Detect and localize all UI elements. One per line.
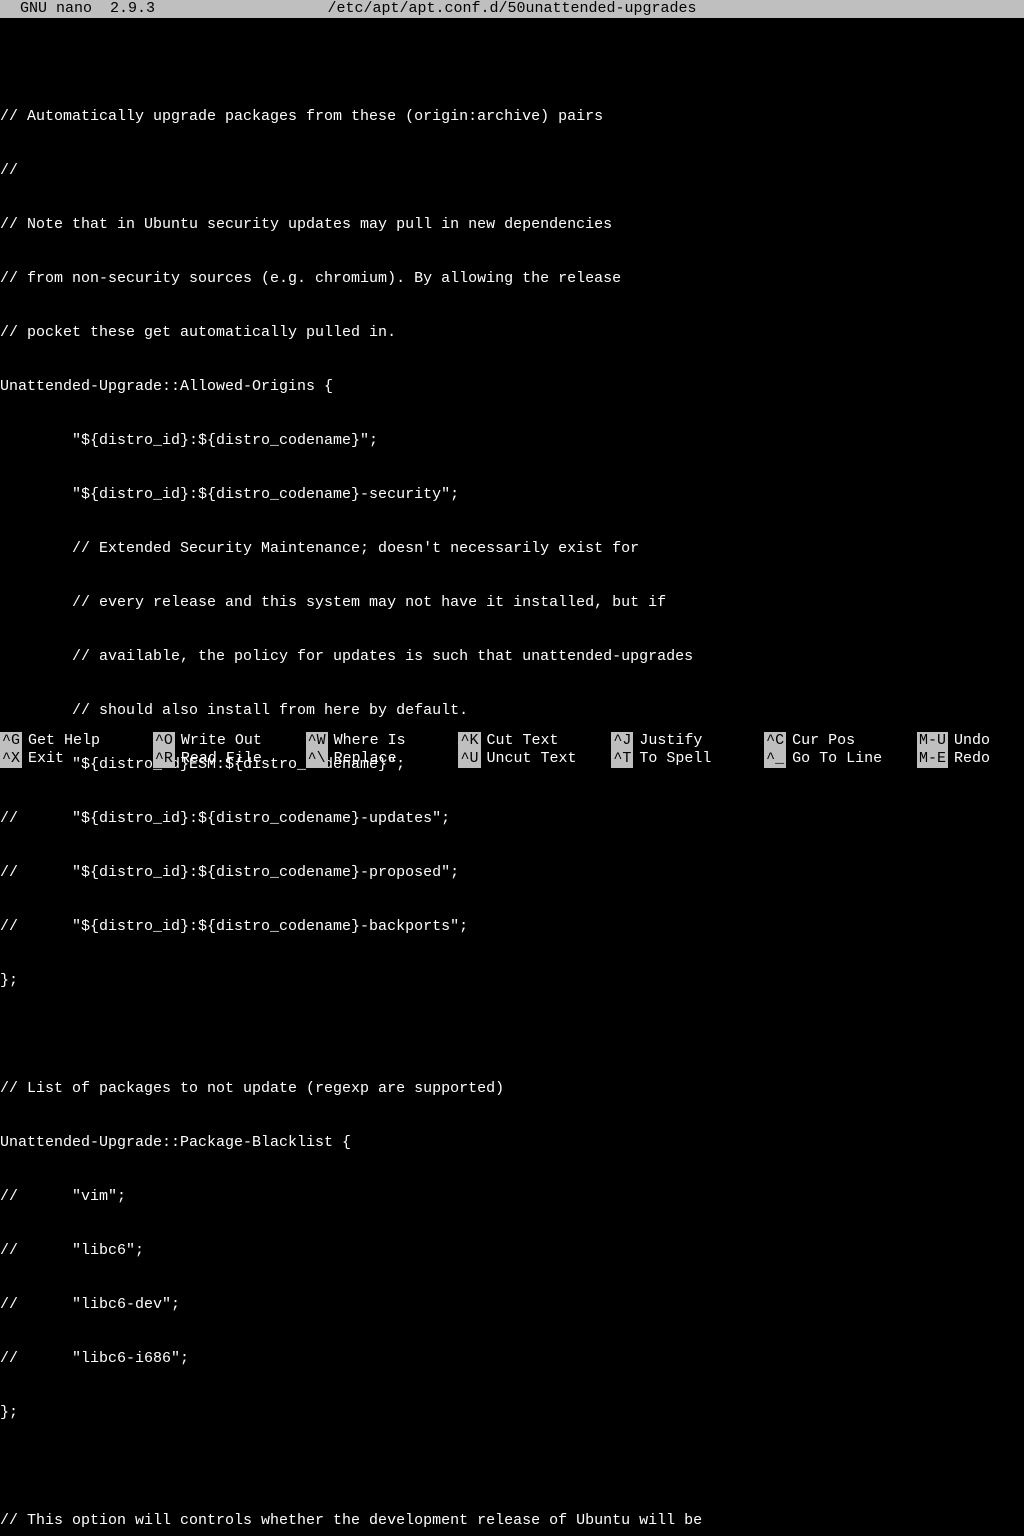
editor-line: // every release and this system may not…	[0, 594, 1024, 612]
editor-line: // "${distro_id}:${distro_codename}-back…	[0, 918, 1024, 936]
shortcut-label: Go To Line	[786, 750, 882, 768]
editor-line: // Extended Security Maintenance; doesn'…	[0, 540, 1024, 558]
editor-line: // "${distro_id}:${distro_codename}-prop…	[0, 864, 1024, 882]
editor-line: // pocket these get automatically pulled…	[0, 324, 1024, 342]
shortcut-to-spell[interactable]: ^TTo Spell	[611, 750, 764, 768]
shortcut-redo[interactable]: M-ERedo	[917, 750, 1024, 768]
keycap: ^J	[611, 732, 633, 750]
editor-line: // Automatically upgrade packages from t…	[0, 108, 1024, 126]
keycap: ^G	[0, 732, 22, 750]
keycap: ^C	[764, 732, 786, 750]
shortcut-row-2: ^XExit ^RRead File ^\Replace ^UUncut Tex…	[0, 750, 1024, 768]
keycap: M-E	[917, 750, 948, 768]
file-path: /etc/apt/apt.conf.d/50unattended-upgrade…	[327, 0, 696, 18]
shortcut-label: Get Help	[22, 732, 100, 750]
keycap: ^T	[611, 750, 633, 768]
editor-line: // This option will controls whether the…	[0, 1512, 1024, 1530]
editor-line	[0, 1026, 1024, 1044]
shortcut-go-to-line[interactable]: ^_Go To Line	[764, 750, 917, 768]
editor-line	[0, 1458, 1024, 1476]
keycap: ^X	[0, 750, 22, 768]
keycap: ^_	[764, 750, 786, 768]
editor-line: // "libc6";	[0, 1242, 1024, 1260]
editor-line: "${distro_id}:${distro_codename}-securit…	[0, 486, 1024, 504]
shortcut-row-1: ^GGet Help ^OWrite Out ^WWhere Is ^KCut …	[0, 732, 1024, 750]
editor-content[interactable]: // Automatically upgrade packages from t…	[0, 18, 1024, 1536]
shortcut-label: Read File	[175, 750, 262, 768]
shortcut-write-out[interactable]: ^OWrite Out	[153, 732, 306, 750]
app-name: GNU nano 2.9.3	[0, 0, 155, 18]
keycap: M-U	[917, 732, 948, 750]
editor-line: };	[0, 1404, 1024, 1422]
shortcut-label: Cut Text	[481, 732, 559, 750]
shortcut-label: Cur Pos	[786, 732, 855, 750]
shortcut-exit[interactable]: ^XExit	[0, 750, 153, 768]
keycap: ^K	[458, 732, 480, 750]
shortcut-label: Exit	[22, 750, 64, 768]
editor-line: Unattended-Upgrade::Package-Blacklist {	[0, 1134, 1024, 1152]
editor-line: // "vim";	[0, 1188, 1024, 1206]
editor-line: // should also install from here by defa…	[0, 702, 1024, 720]
title-bar: GNU nano 2.9.3 /etc/apt/apt.conf.d/50una…	[0, 0, 1024, 18]
shortcut-label: Redo	[948, 750, 990, 768]
keycap: ^W	[306, 732, 328, 750]
shortcut-justify[interactable]: ^JJustify	[611, 732, 764, 750]
keycap: ^U	[458, 750, 480, 768]
shortcut-label: Justify	[633, 732, 702, 750]
shortcut-label: Uncut Text	[481, 750, 577, 768]
editor-line: // "${distro_id}:${distro_codename}-upda…	[0, 810, 1024, 828]
shortcut-read-file[interactable]: ^RRead File	[153, 750, 306, 768]
shortcut-label: Undo	[948, 732, 990, 750]
shortcut-label: Write Out	[175, 732, 262, 750]
editor-line: // available, the policy for updates is …	[0, 648, 1024, 666]
editor-line: // List of packages to not update (regex…	[0, 1080, 1024, 1098]
shortcut-cut-text[interactable]: ^KCut Text	[458, 732, 611, 750]
shortcut-replace[interactable]: ^\Replace	[306, 750, 459, 768]
shortcut-cur-pos[interactable]: ^CCur Pos	[764, 732, 917, 750]
shortcut-label: To Spell	[633, 750, 711, 768]
shortcut-undo[interactable]: M-UUndo	[917, 732, 1024, 750]
editor-line: Unattended-Upgrade::Allowed-Origins {	[0, 378, 1024, 396]
editor-line: // Note that in Ubuntu security updates …	[0, 216, 1024, 234]
keycap: ^R	[153, 750, 175, 768]
editor-line	[0, 54, 1024, 72]
shortcut-label: Where Is	[328, 732, 406, 750]
shortcut-uncut-text[interactable]: ^UUncut Text	[458, 750, 611, 768]
editor-line: //	[0, 162, 1024, 180]
editor-line: // "libc6-i686";	[0, 1350, 1024, 1368]
shortcut-get-help[interactable]: ^GGet Help	[0, 732, 153, 750]
shortcut-label: Replace	[328, 750, 397, 768]
editor-line: // "libc6-dev";	[0, 1296, 1024, 1314]
shortcut-bar: ^GGet Help ^OWrite Out ^WWhere Is ^KCut …	[0, 732, 1024, 768]
keycap: ^\	[306, 750, 328, 768]
editor-line: // from non-security sources (e.g. chrom…	[0, 270, 1024, 288]
editor-line: "${distro_id}:${distro_codename}";	[0, 432, 1024, 450]
editor-line: };	[0, 972, 1024, 990]
keycap: ^O	[153, 732, 175, 750]
shortcut-where-is[interactable]: ^WWhere Is	[306, 732, 459, 750]
